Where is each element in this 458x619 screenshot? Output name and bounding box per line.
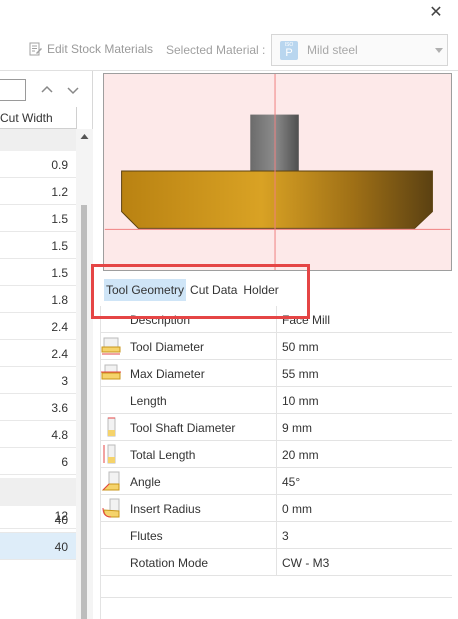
- column-separator: [276, 333, 277, 360]
- table-row[interactable]: 1.8: [0, 286, 76, 313]
- column-header-cut-width[interactable]: Cut Width: [0, 107, 76, 129]
- column-separator: [276, 387, 277, 414]
- chevron-down-icon[interactable]: [66, 83, 80, 97]
- table-row[interactable]: 2.4: [0, 340, 76, 367]
- chevron-down-icon: [435, 48, 443, 53]
- table-row[interactable]: 3: [0, 367, 76, 394]
- chevron-up-icon[interactable]: [40, 83, 54, 97]
- property-row[interactable]: Tool Diameter 50 mm: [100, 333, 452, 360]
- property-row[interactable]: Tool Shaft Diameter 9 mm: [100, 414, 452, 441]
- total-length-icon: [103, 444, 116, 464]
- property-name: Total Length: [130, 448, 196, 462]
- cut-width-value: 40: [54, 513, 68, 527]
- tab-highlight-annotation: [91, 264, 310, 319]
- property-value[interactable]: 55 mm: [282, 367, 319, 381]
- column-separator: [276, 495, 277, 522]
- property-row[interactable]: Total Length 20 mm: [100, 441, 452, 468]
- table-row[interactable]: 40: [0, 506, 76, 533]
- cut-width-value: 4.8: [51, 428, 68, 442]
- table-row[interactable]: 1.5: [0, 232, 76, 259]
- property-value[interactable]: CW - M3: [282, 556, 329, 570]
- cut-width-value: 2.4: [51, 320, 68, 334]
- property-row[interactable]: Length 10 mm: [100, 387, 452, 414]
- tool-list-panel: Cut Width 0.9 1.2 1.5 1.5 1.5 1.8 2.4 2.4 3 3.6 4.…: [0, 71, 93, 619]
- property-name: Angle: [130, 475, 161, 489]
- property-row[interactable]: Max Diameter 55 mm: [100, 360, 452, 387]
- cut-width-value: 1.2: [51, 185, 68, 199]
- cut-width-value: 1.8: [51, 293, 68, 307]
- property-value[interactable]: 0 mm: [282, 502, 312, 516]
- property-name: Tool Shaft Diameter: [130, 421, 236, 435]
- material-name: Mild steel: [307, 43, 358, 57]
- property-name: Flutes: [130, 529, 163, 543]
- tool-properties-grid: Description Face Mill Tool Diameter 50 mm Ma…: [100, 306, 452, 576]
- group-header-row[interactable]: [0, 478, 76, 506]
- insert-radius-icon: [102, 498, 120, 518]
- column-header-label: Cut Width: [0, 111, 53, 125]
- selected-material-label: Selected Material :: [166, 43, 266, 57]
- property-row[interactable]: Rotation Mode CW - M3: [100, 549, 452, 576]
- group-header-row[interactable]: [0, 129, 76, 151]
- angle-icon: [101, 471, 120, 491]
- material-toolbar: Edit Stock Materials Selected Material :…: [0, 34, 458, 66]
- property-value[interactable]: 10 mm: [282, 394, 319, 408]
- property-value[interactable]: 9 mm: [282, 421, 312, 435]
- property-row[interactable]: Flutes 3: [100, 522, 452, 549]
- table-row[interactable]: 0.9: [0, 151, 76, 178]
- table-row[interactable]: 1.5: [0, 259, 76, 286]
- property-value[interactable]: 50 mm: [282, 340, 319, 354]
- edit-stock-label: Edit Stock Materials: [47, 42, 154, 56]
- property-row[interactable]: Insert Radius 0 mm: [100, 495, 452, 522]
- cut-width-value: 6: [61, 455, 68, 469]
- cut-width-value: 3.6: [51, 401, 68, 415]
- table-row[interactable]: 6: [0, 448, 76, 475]
- table-row[interactable]: 40: [0, 533, 76, 560]
- badge-letter: P: [285, 47, 293, 59]
- iso-p-badge-icon: ISO P: [280, 41, 298, 60]
- property-row[interactable]: Angle 45°: [100, 468, 452, 495]
- property-name: Max Diameter: [130, 367, 205, 381]
- column-separator: [276, 549, 277, 576]
- tool-diameter-icon: [101, 337, 121, 355]
- column-separator: [276, 468, 277, 495]
- table-row[interactable]: 1.5: [0, 205, 76, 232]
- edit-stock-materials-button[interactable]: Edit Stock Materials: [29, 42, 153, 56]
- column-separator: [76, 107, 77, 129]
- table-row[interactable]: 3.6: [0, 394, 76, 421]
- column-separator: [276, 522, 277, 549]
- cut-width-value: 2.4: [51, 347, 68, 361]
- property-name: Tool Diameter: [130, 340, 205, 354]
- column-separator: [276, 441, 277, 468]
- property-value[interactable]: 20 mm: [282, 448, 319, 462]
- table-row[interactable]: 4.8: [0, 421, 76, 448]
- filter-input[interactable]: [0, 79, 26, 101]
- max-diameter-icon: [101, 364, 121, 380]
- tool-preview-viewport: [103, 73, 452, 271]
- table-row[interactable]: 1.2: [0, 178, 76, 205]
- tool-body: [121, 170, 433, 229]
- property-value[interactable]: 45°: [282, 475, 300, 489]
- shaft-diameter-icon: [107, 417, 116, 437]
- column-separator: [276, 414, 277, 441]
- edit-document-icon: [29, 42, 42, 56]
- cut-width-value: 0.9: [51, 158, 68, 172]
- scrollbar-thumb[interactable]: [81, 205, 87, 619]
- scroll-up-icon[interactable]: [79, 131, 90, 142]
- cut-width-value: 1.5: [51, 239, 68, 253]
- props-bottom-border: [100, 597, 452, 598]
- close-button[interactable]: ✕: [426, 3, 446, 23]
- cut-width-value: 1.5: [51, 266, 68, 280]
- table-row[interactable]: 2.4: [0, 313, 76, 340]
- property-name: Rotation Mode: [130, 556, 209, 570]
- cut-width-value: 1.5: [51, 212, 68, 226]
- property-name: Insert Radius: [130, 502, 201, 516]
- cut-width-value: 40: [54, 540, 68, 554]
- property-value[interactable]: 3: [282, 529, 289, 543]
- property-name: Length: [130, 394, 167, 408]
- column-separator: [276, 360, 277, 387]
- cut-width-value: 3: [61, 374, 68, 388]
- vertical-scrollbar[interactable]: [76, 129, 93, 619]
- material-dropdown[interactable]: ISO P Mild steel: [271, 34, 448, 66]
